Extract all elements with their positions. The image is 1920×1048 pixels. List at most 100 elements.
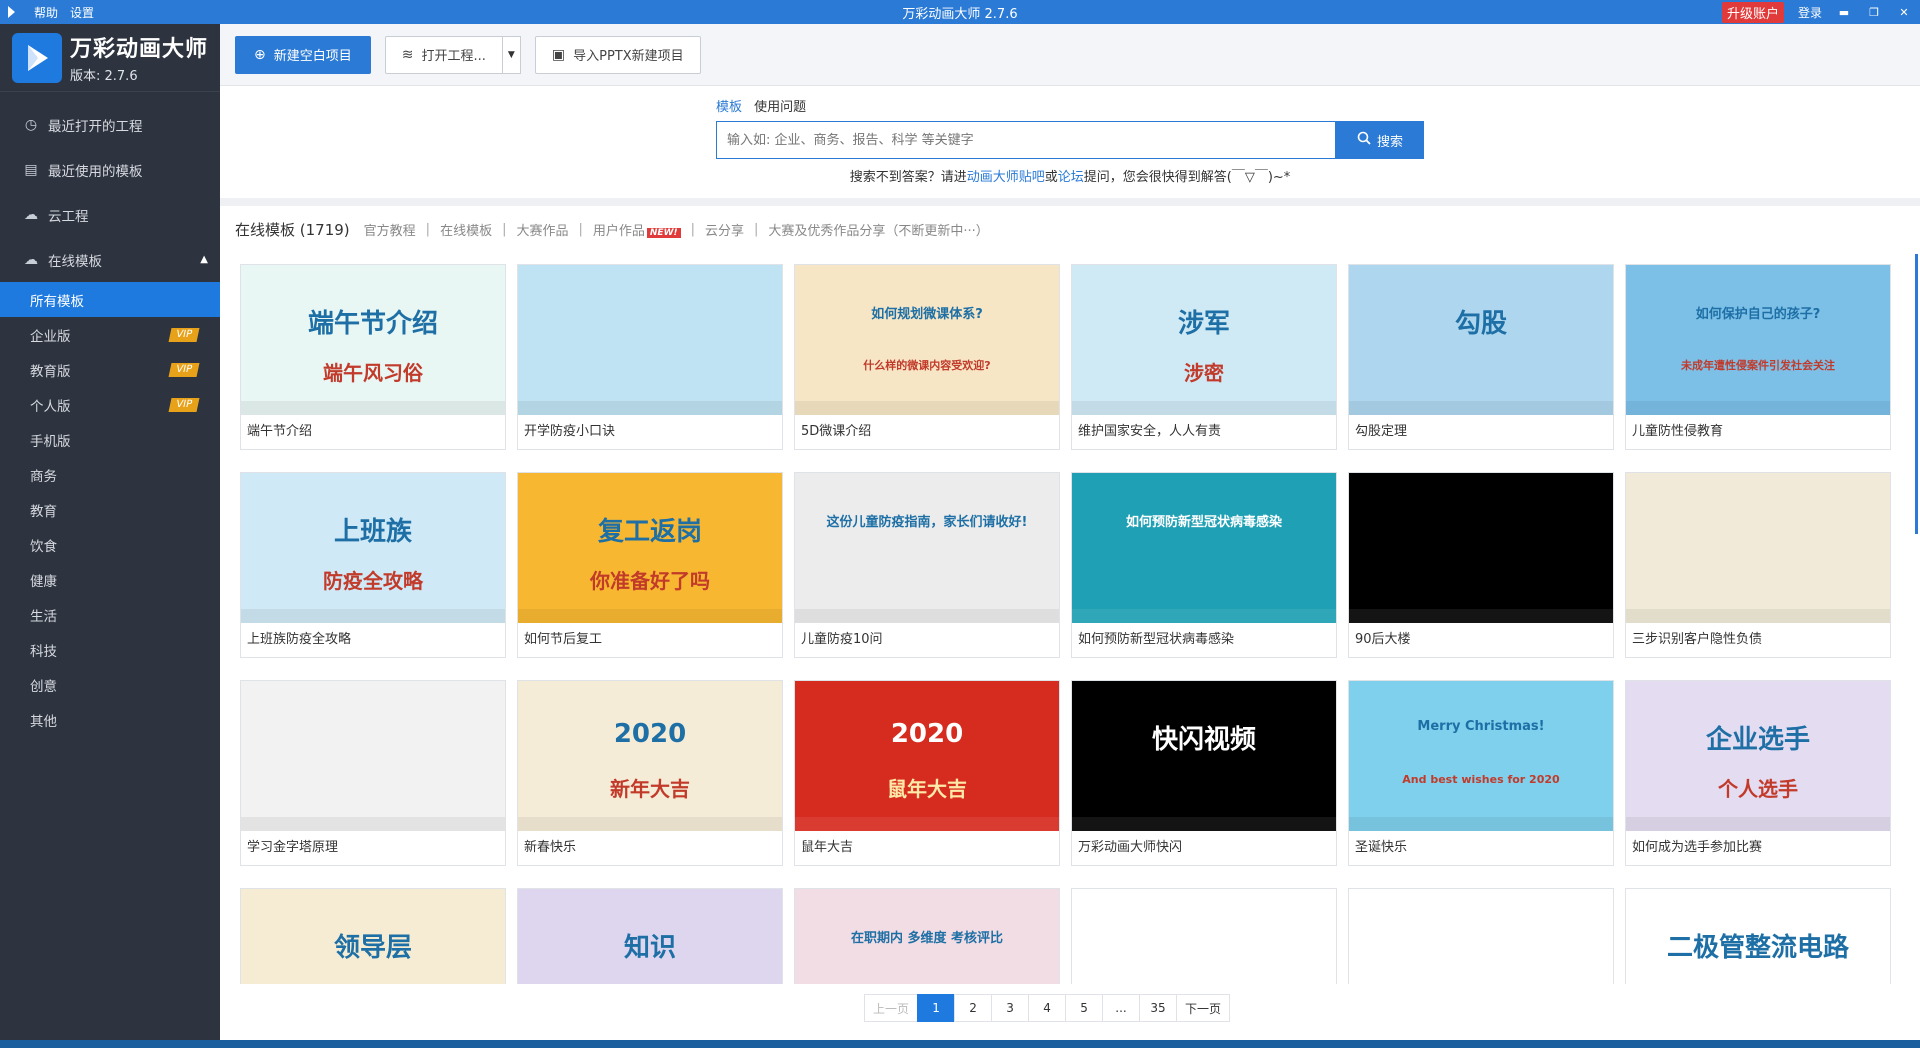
divider xyxy=(220,198,1920,206)
thumbnail-subtext: 开发组 xyxy=(241,981,505,984)
nav-recent-projects[interactable]: ◷ 最近打开的工程 xyxy=(0,102,220,147)
filter-user-works[interactable]: 用户作品 NEW! xyxy=(593,220,681,239)
template-card[interactable]: 二极管整流电路 xyxy=(1625,888,1891,984)
button-label: 导入PPTX新建项目 xyxy=(573,49,684,64)
template-card[interactable]: 学习金字塔原理 xyxy=(240,680,506,866)
sidebar-item-category[interactable]: 教育 xyxy=(0,492,220,527)
search-button[interactable]: 搜索 xyxy=(1336,121,1424,159)
thumbnail-headline: 在职期内 多维度 考核评比 xyxy=(850,931,1004,946)
separator: | xyxy=(502,221,507,237)
template-card[interactable]: 三步识别客户隐性负债 xyxy=(1625,472,1891,658)
template-card[interactable]: 如何预防新型冠状病毒感染 如何预防新型冠状病毒感染 xyxy=(1071,472,1337,658)
upgrade-account-button[interactable]: 升级账户 xyxy=(1721,1,1784,23)
page-button[interactable]: 1 xyxy=(917,994,956,1022)
template-card[interactable]: 如何规划微课体系? 什么样的微课内容受欢迎? 5D微课介绍 xyxy=(794,264,1060,450)
template-thumbnail: 如何保护自己的孩子? 未成年遭性侵案件引发社会关注 xyxy=(1626,265,1890,415)
new-blank-project-button[interactable]: ⊕ 新建空白项目 xyxy=(235,35,371,74)
template-card[interactable]: 开学防疫小口诀 xyxy=(517,264,783,450)
prev-page-button[interactable]: 上一页 xyxy=(864,994,919,1022)
tieba-link[interactable]: 动画大师贴吧 xyxy=(967,170,1045,185)
page-button[interactable]: 4 xyxy=(1028,994,1067,1022)
sidebar-item-category[interactable]: 健康 xyxy=(0,562,220,597)
filter-contest-share[interactable]: 大赛及优秀作品分享（不断更新中···） xyxy=(768,220,988,239)
template-card[interactable]: 涉军 涉密 维护国家安全，人人有责 xyxy=(1071,264,1337,450)
sidebar-item-category[interactable]: 科技 xyxy=(0,632,220,667)
template-card[interactable]: 快闪视频 万彩动画大师快闪 xyxy=(1071,680,1337,866)
sidebar-item-category[interactable]: 所有模板 xyxy=(0,282,220,317)
next-page-button[interactable]: 下一页 xyxy=(1176,994,1231,1022)
template-card[interactable]: 企业选手 个人选手 如何成为选手参加比赛 xyxy=(1625,680,1891,866)
template-card[interactable]: Merry Christmas! And best wishes for 2020… xyxy=(1348,680,1614,866)
page-button[interactable]: 35 xyxy=(1139,994,1178,1022)
scrollbar[interactable] xyxy=(1915,254,1918,534)
template-card[interactable]: 如何保护自己的孩子? 未成年遭性侵案件引发社会关注 儿童防性侵教育 xyxy=(1625,264,1891,450)
thumbnail-headline: 上班族 xyxy=(333,517,412,547)
sidebar-item-category[interactable]: 企业版 VIP xyxy=(0,317,220,352)
page-button[interactable]: 3 xyxy=(991,994,1030,1022)
thumbnail-decoration xyxy=(1349,817,1613,831)
nav-recent-templates[interactable]: ▤ 最近使用的模板 xyxy=(0,147,220,192)
filter-online-templates[interactable]: 在线模板 xyxy=(440,220,492,239)
thumbnail-headline: 端午节介绍 xyxy=(307,309,438,339)
template-card[interactable]: 端午节介绍 端午风习俗 端午节介绍 xyxy=(240,264,506,450)
forum-link[interactable]: 论坛 xyxy=(1058,170,1084,185)
template-card[interactable]: 2020 鼠年大吉 鼠年大吉 xyxy=(794,680,1060,866)
template-filters: 在线模板 (1719) 官方教程 | 在线模板 | 大赛作品 | 用户作品 NEW… xyxy=(220,206,1920,252)
template-card[interactable]: 领导层开发组 xyxy=(240,888,506,984)
template-card[interactable]: 这份儿童防疫指南，家长们请收好! 儿童防疫10问 xyxy=(794,472,1060,658)
sidebar-item-category[interactable]: 饮食 xyxy=(0,527,220,562)
open-project-dropdown[interactable]: ▼ xyxy=(502,35,521,74)
sidebar-item-category[interactable]: 个人版 VIP xyxy=(0,387,220,422)
separator: | xyxy=(754,221,759,237)
nav-label: 在线模板 xyxy=(48,253,102,270)
nav-online-templates[interactable]: ☁ 在线模板 ▲ xyxy=(0,237,220,282)
search-button-label: 搜索 xyxy=(1376,134,1403,150)
tab-template[interactable]: 模板 xyxy=(716,100,742,115)
search-input[interactable] xyxy=(716,121,1336,159)
template-card[interactable]: 在职期内 多维度 考核评比 xyxy=(794,888,1060,984)
menu-help[interactable]: 帮助 xyxy=(34,4,58,21)
template-card[interactable]: 90后大楼 xyxy=(1348,472,1614,658)
template-thumbnail: 在职期内 多维度 考核评比 xyxy=(795,889,1059,984)
minimize-icon[interactable]: ▬ xyxy=(1836,6,1852,19)
thumbnail-headline: 勾股 xyxy=(1454,309,1507,339)
sidebar-item-label: 手机版 xyxy=(30,433,71,450)
thumbnail-subtext: 能力 xyxy=(518,981,782,984)
close-icon[interactable]: ✕ xyxy=(1896,6,1912,19)
sidebar-item-category[interactable]: 创意 xyxy=(0,667,220,702)
tab-usage-help[interactable]: 使用问题 xyxy=(754,100,806,115)
sidebar-item-category[interactable]: 商务 xyxy=(0,457,220,492)
template-card[interactable]: 2020 新年大吉 新春快乐 xyxy=(517,680,783,866)
thumbnail-decoration xyxy=(241,401,505,415)
thumbnail-headline: Merry Christmas! xyxy=(1417,719,1545,734)
filter-official-tutorials[interactable]: 官方教程 xyxy=(364,220,416,239)
login-link[interactable]: 登录 xyxy=(1798,4,1822,21)
template-title: 学习金字塔原理 xyxy=(247,840,339,855)
template-card[interactable]: 勾股 勾股定理 xyxy=(1348,264,1614,450)
filter-cloud-share[interactable]: 云分享 xyxy=(705,220,744,239)
page-button[interactable]: 2 xyxy=(954,994,993,1022)
tip-text: 提问，您会很快得到解答(￣▽￣)~* xyxy=(1083,170,1291,185)
template-thumbnail xyxy=(1349,889,1613,984)
template-card[interactable]: 知识能力 xyxy=(517,888,783,984)
button-label: 打开工程... xyxy=(421,49,486,64)
template-card[interactable] xyxy=(1348,888,1614,984)
nav-cloud-projects[interactable]: ☁ 云工程 xyxy=(0,192,220,237)
import-pptx-button[interactable]: ▣ 导入PPTX新建项目 xyxy=(534,35,701,74)
sidebar-item-label: 教育版 xyxy=(30,363,71,380)
thumbnail-subtext: And best wishes for 2020 xyxy=(1402,773,1560,786)
sidebar-item-category[interactable]: 手机版 xyxy=(0,422,220,457)
template-card[interactable]: 上班族 防疫全攻略 上班族防疫全攻略 xyxy=(240,472,506,658)
menu-settings[interactable]: 设置 xyxy=(70,4,94,21)
page-button[interactable]: 5 xyxy=(1065,994,1104,1022)
template-card[interactable]: 复工返岗 你准备好了吗 如何节后复工 xyxy=(517,472,783,658)
sidebar-item-label: 健康 xyxy=(30,573,57,590)
restore-icon[interactable]: ❐ xyxy=(1866,6,1882,19)
sidebar-item-category[interactable]: 其他 xyxy=(0,702,220,737)
sidebar-item-category[interactable]: 生活 xyxy=(0,597,220,632)
open-project-button[interactable]: ≋ 打开工程... xyxy=(384,35,503,74)
template-card[interactable] xyxy=(1071,888,1337,984)
template-thumbnail: 二极管整流电路 xyxy=(1626,889,1890,984)
sidebar-item-category[interactable]: 教育版 VIP xyxy=(0,352,220,387)
filter-contest-works[interactable]: 大赛作品 xyxy=(516,220,568,239)
